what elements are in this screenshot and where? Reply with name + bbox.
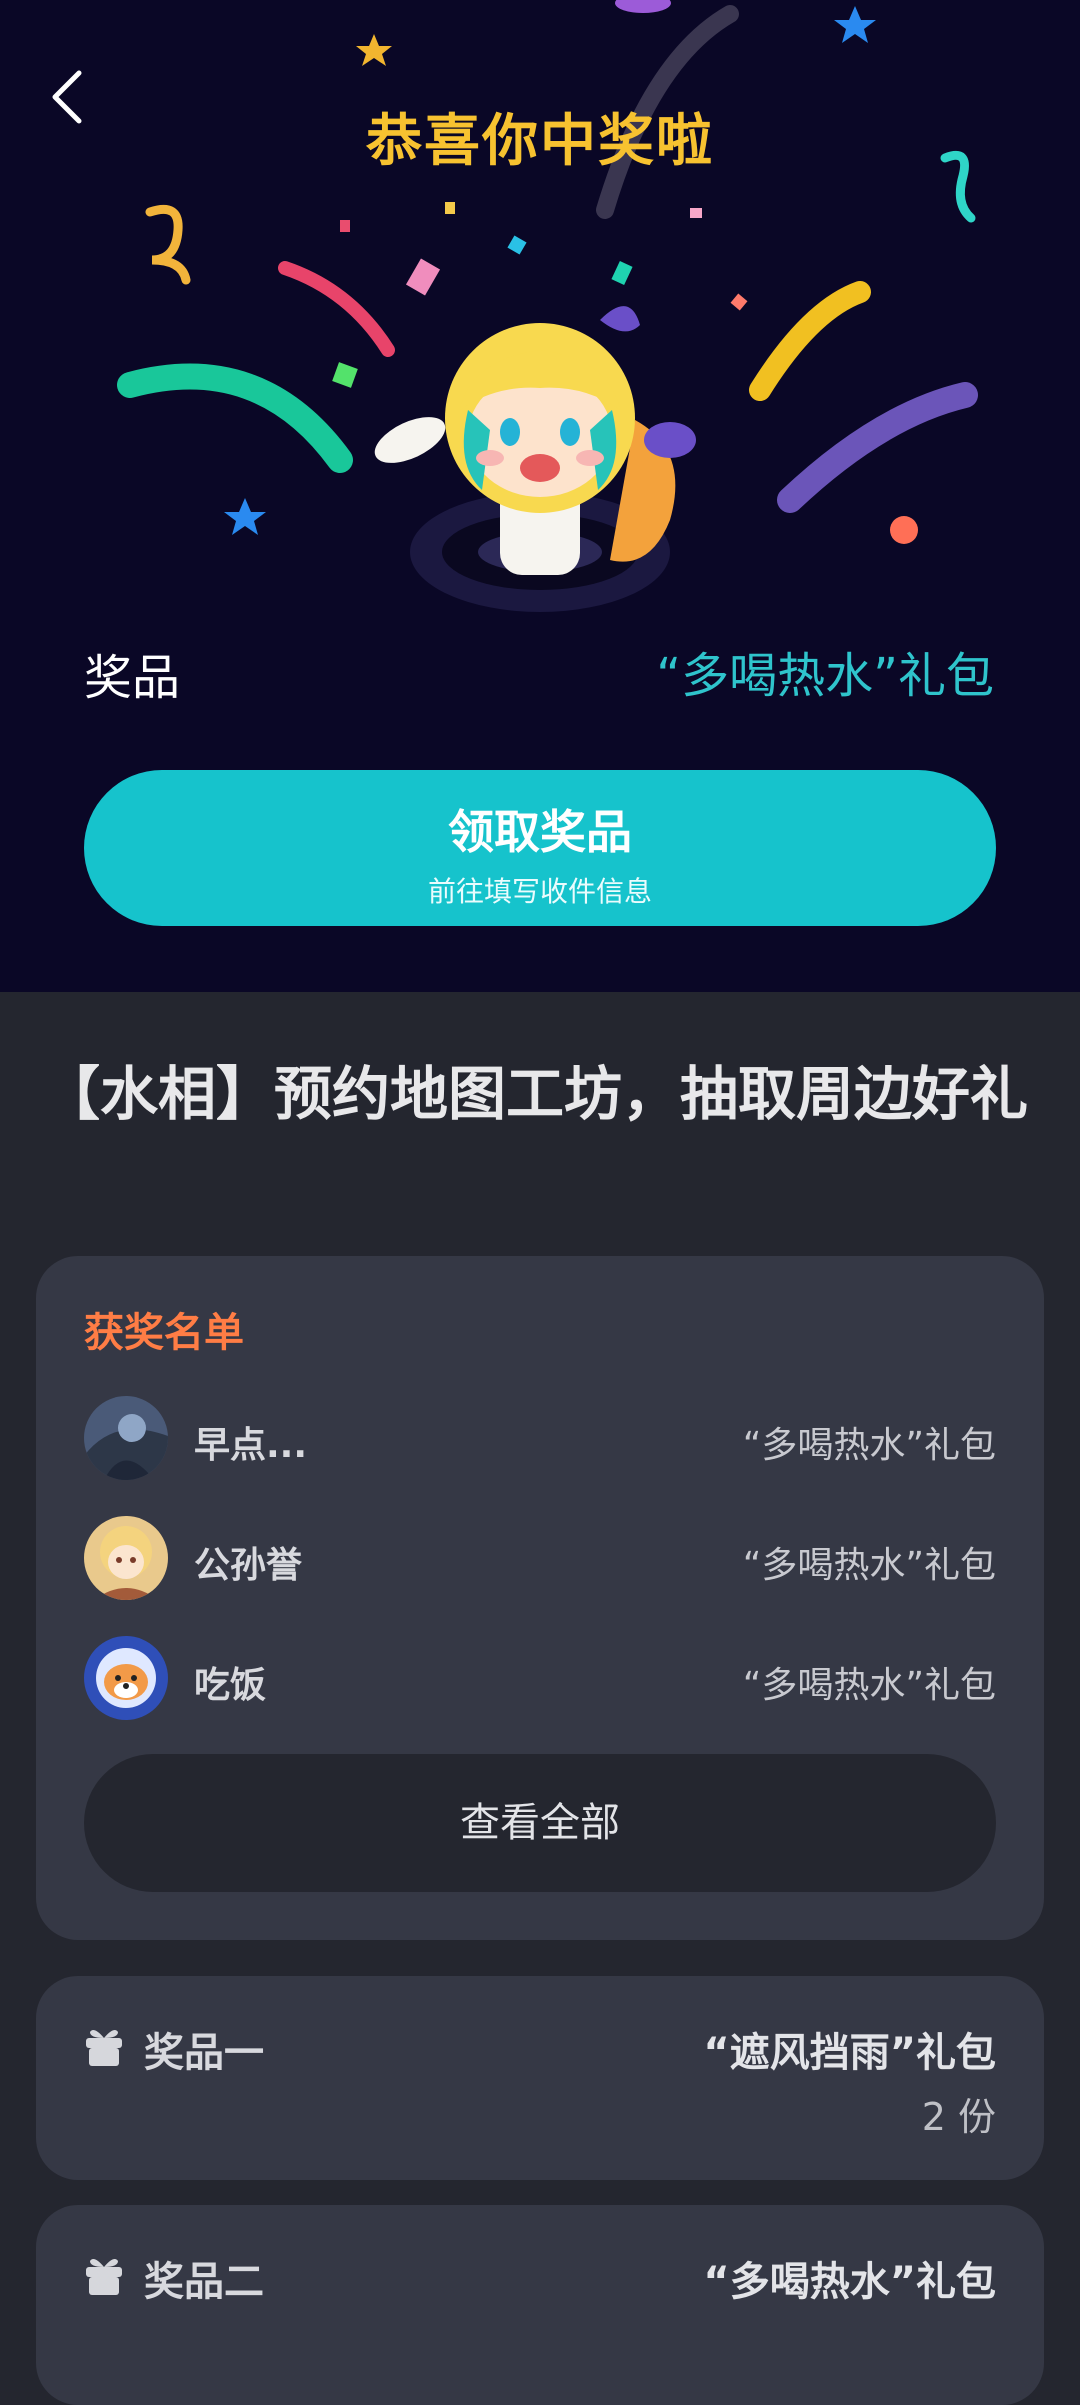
winner-prize: “多喝热水”礼包 xyxy=(742,1545,996,1586)
mascot-illustration xyxy=(374,306,696,612)
avatar xyxy=(84,1396,168,1480)
claim-button-label: 领取奖品 xyxy=(448,805,632,859)
winner-prize: “多喝热水”礼包 xyxy=(742,1425,996,1466)
list-item: 吃饭 “多喝热水”礼包 xyxy=(84,1636,996,1720)
list-item: 公孙誉 “多喝热水”礼包 xyxy=(84,1516,996,1600)
gift-icon xyxy=(86,2030,122,2066)
claim-button-sublabel: 前往填写收件信息 xyxy=(427,875,652,908)
hero-banner: 恭喜你中奖啦 奖品 “多喝热水”礼包 领取奖品 前往填写收件信息 xyxy=(0,0,1080,992)
view-all-button[interactable]: 查看全部 xyxy=(84,1754,996,1892)
winner-name: 吃饭 xyxy=(194,1665,267,1706)
claim-prize-button[interactable]: 领取奖品 前往填写收件信息 xyxy=(84,770,996,926)
list-item: 早点... “多喝热水”礼包 xyxy=(84,1396,996,1480)
prize-card: 奖品二 “多喝热水”礼包 xyxy=(36,2205,1044,2405)
avatar xyxy=(84,1516,168,1600)
prize-card: 奖品一 “遮风挡雨”礼包 2 份 xyxy=(36,1976,1044,2180)
prize-name: “多喝热水”礼包 xyxy=(703,2259,996,2305)
page-title: 恭喜你中奖啦 xyxy=(366,109,714,174)
prize-label: 奖品 xyxy=(84,650,181,706)
winners-heading: 获奖名单 xyxy=(84,1310,244,1356)
event-title: 【水相】预约地图工坊，抽取周边好礼 xyxy=(42,1060,1029,1128)
gift-icon xyxy=(86,2259,122,2295)
winner-name: 早点... xyxy=(194,1425,308,1466)
winner-name: 公孙誉 xyxy=(194,1545,303,1586)
winners-card: 获奖名单 早点... “多喝热水”礼包 公孙誉 “多喝热水”礼包 吃饭 “多喝热… xyxy=(36,1256,1044,1940)
prize-quantity: 2 份 xyxy=(921,2095,996,2139)
prize-name: “遮风挡雨”礼包 xyxy=(703,2030,996,2076)
prize-tier: 奖品一 xyxy=(144,2030,264,2076)
prize-value: “多喝热水”礼包 xyxy=(656,648,994,704)
avatar xyxy=(84,1636,168,1720)
winner-prize: “多喝热水”礼包 xyxy=(742,1665,996,1706)
prize-tier: 奖品二 xyxy=(144,2259,264,2305)
